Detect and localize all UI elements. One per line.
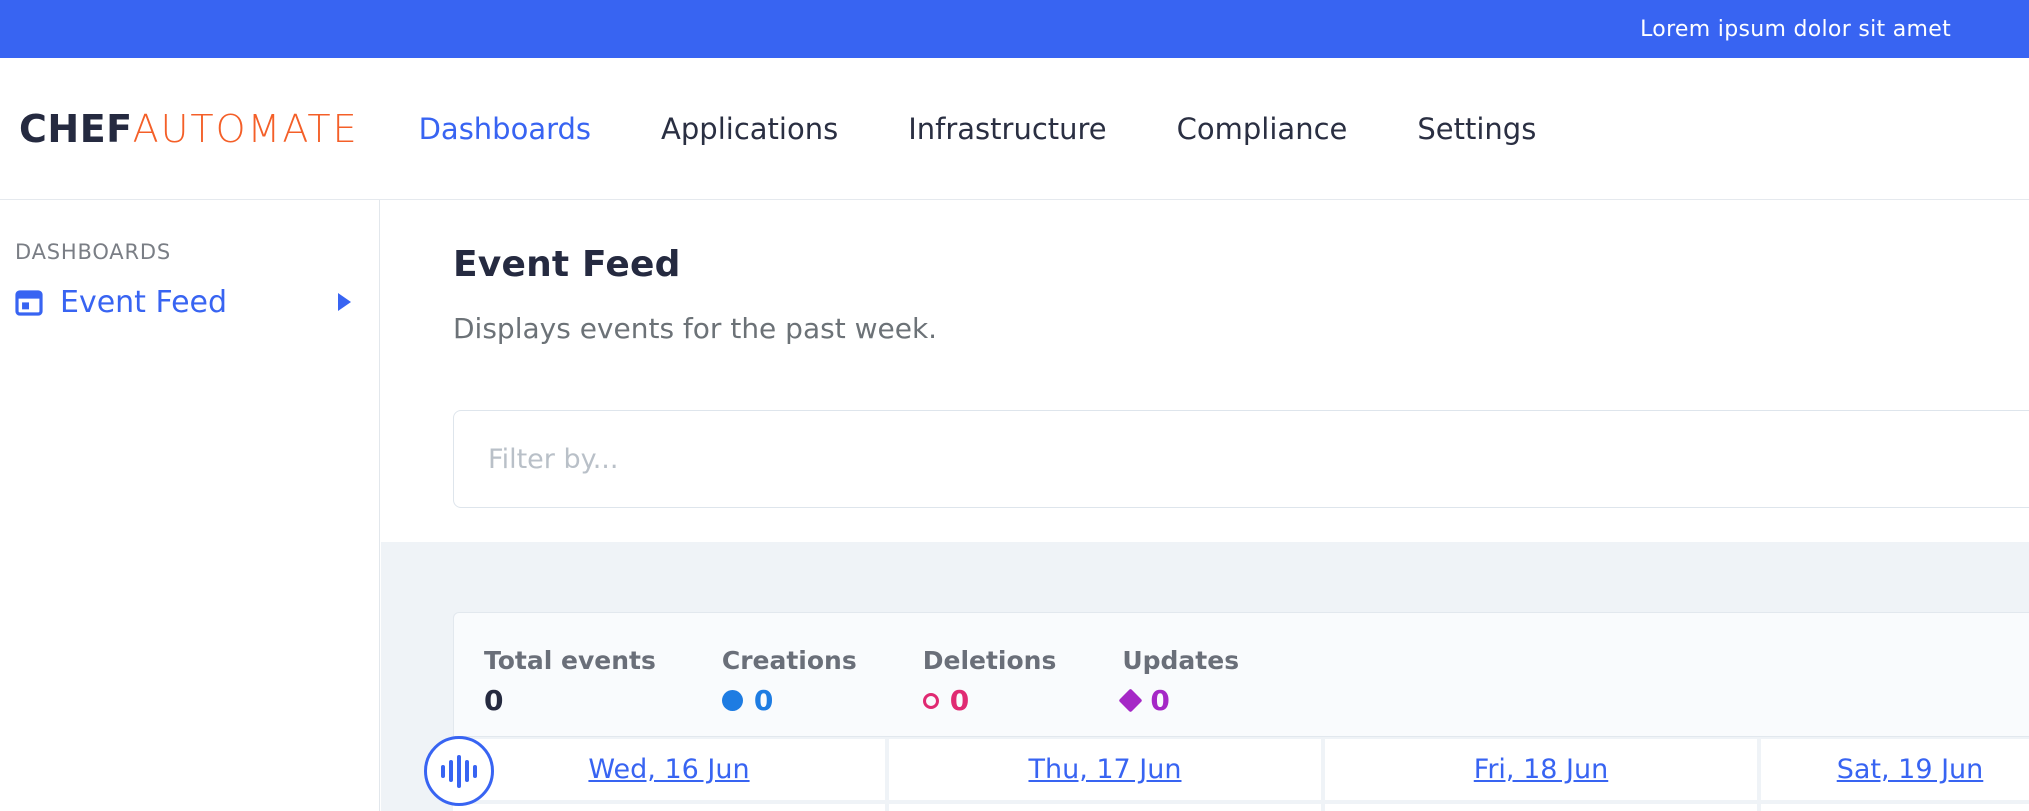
timeline-cell <box>1761 804 2029 811</box>
chevron-right-icon <box>338 293 351 311</box>
deletions-circle-icon <box>923 693 939 709</box>
page-title: Event Feed <box>453 244 681 285</box>
updates-diamond-icon <box>1119 688 1143 712</box>
date-link-fri[interactable]: Fri, 18 Jun <box>1474 754 1608 785</box>
stat-label: Creations <box>722 646 857 675</box>
timeline-date-cell: Thu, 17 Jun <box>889 739 1321 800</box>
sidebar: DASHBOARDS Event Feed <box>0 200 380 811</box>
banner-text: Lorem ipsum dolor sit amet <box>1640 17 1951 42</box>
sidebar-item-label: Event Feed <box>60 285 227 320</box>
event-guide-button[interactable] <box>424 736 494 806</box>
logo-chef-text: CHEF <box>19 107 133 151</box>
stat-total-events: Total events 0 <box>484 646 656 736</box>
timeline-header: Wed, 16 Jun Thu, 17 Jun Fri, 18 Jun Sat,… <box>453 739 2029 800</box>
creations-dot-icon <box>722 690 743 711</box>
timeline-date-cell: Fri, 18 Jun <box>1325 739 1757 800</box>
nav-applications[interactable]: Applications <box>661 112 838 146</box>
date-link-thu[interactable]: Thu, 17 Jun <box>1028 754 1181 785</box>
page-subtitle: Displays events for the past week. <box>453 312 937 345</box>
logo-automate-text: AUTOMATE <box>133 107 359 151</box>
waveform-icon <box>441 755 477 788</box>
timeline-date-cell: Wed, 16 Jun <box>453 739 885 800</box>
header: CHEFAUTOMATE Dashboards Applications Inf… <box>0 58 2029 200</box>
stat-updates: Updates 0 <box>1122 646 1239 736</box>
timeline-cell <box>453 804 885 811</box>
stat-value: 0 <box>484 684 503 717</box>
main-content: Event Feed Displays events for the past … <box>381 200 2029 811</box>
stat-label: Total events <box>484 646 656 675</box>
chef-automate-app: Lorem ipsum dolor sit amet CHEFAUTOMATE … <box>0 0 2029 811</box>
date-link-sat[interactable]: Sat, 19 Jun <box>1837 754 1984 785</box>
stat-value: 0 <box>950 684 969 717</box>
sidebar-item-event-feed[interactable]: Event Feed <box>0 276 378 328</box>
stat-value: 0 <box>754 684 773 717</box>
date-link-wed[interactable]: Wed, 16 Jun <box>588 754 749 785</box>
stats-summary-card: Total events 0 Creations 0 Deletions <box>453 612 2029 737</box>
event-feed-panel: Total events 0 Creations 0 Deletions <box>381 542 2029 811</box>
sidebar-heading: DASHBOARDS <box>15 240 171 264</box>
timeline-date-cell: Sat, 19 Jun <box>1761 739 2029 800</box>
stat-label: Deletions <box>923 646 1057 675</box>
chef-automate-logo[interactable]: CHEFAUTOMATE <box>19 107 359 151</box>
stat-value: 0 <box>1150 684 1169 717</box>
nav-compliance[interactable]: Compliance <box>1177 112 1348 146</box>
timeline-cell <box>889 804 1321 811</box>
nav-settings[interactable]: Settings <box>1417 112 1536 146</box>
top-banner: Lorem ipsum dolor sit amet <box>0 0 2029 58</box>
filter-input[interactable] <box>453 410 2029 508</box>
timeline-cell <box>1325 804 1757 811</box>
main-nav: Dashboards Applications Infrastructure C… <box>419 112 1537 146</box>
stat-deletions: Deletions 0 <box>923 646 1057 736</box>
nav-infrastructure[interactable]: Infrastructure <box>908 112 1106 146</box>
stat-creations: Creations 0 <box>722 646 857 736</box>
stat-label: Updates <box>1122 646 1239 675</box>
calendar-icon <box>13 286 45 318</box>
timeline-row <box>453 804 2029 811</box>
nav-dashboards[interactable]: Dashboards <box>419 112 591 146</box>
